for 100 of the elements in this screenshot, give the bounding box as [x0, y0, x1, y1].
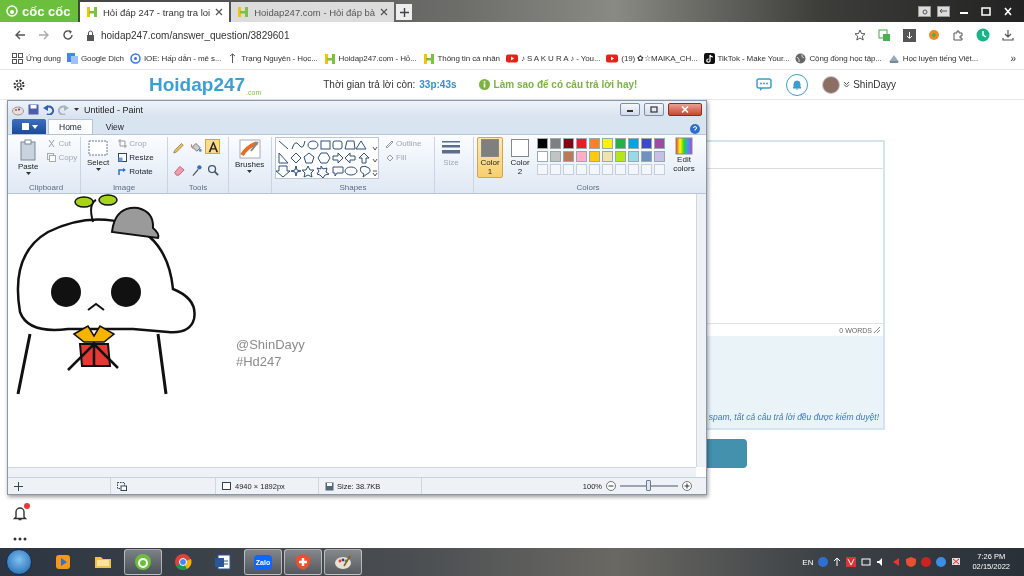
network-icon[interactable]: [861, 557, 872, 567]
shapes-gallery[interactable]: [275, 137, 379, 179]
maximize-button[interactable]: [644, 103, 664, 116]
sidebar-icon[interactable]: [937, 5, 950, 17]
ribbon-tab[interactable]: Home: [48, 119, 93, 134]
color-swatch[interactable]: [589, 138, 600, 149]
more-bookmarks-button[interactable]: »: [1010, 53, 1016, 64]
bookmark[interactable]: Thông tin cá nhân: [422, 52, 500, 65]
bookmark[interactable]: ♪ S A K U R A ♪ - You...: [505, 53, 601, 64]
color-swatch[interactable]: [563, 138, 574, 149]
empty-swatch[interactable]: [537, 164, 548, 175]
color-swatch[interactable]: [589, 151, 600, 162]
color-swatch[interactable]: [641, 151, 652, 162]
notification-button[interactable]: [786, 73, 809, 96]
empty-swatch[interactable]: [563, 164, 574, 175]
color-swatch[interactable]: [537, 151, 548, 162]
bookmark[interactable]: IOE: Hấp dẫn - mê s...: [129, 53, 222, 64]
bookmark[interactable]: Học luyện tiếng Việt...: [887, 53, 979, 64]
shield-icon[interactable]: [906, 557, 917, 567]
color-selector[interactable]: Color 2: [507, 137, 533, 178]
color-swatch[interactable]: [563, 151, 574, 162]
download-icon[interactable]: [903, 28, 916, 42]
ribbon-tab[interactable]: View: [94, 119, 135, 134]
star-icon[interactable]: [854, 29, 866, 41]
reload-icon[interactable]: [62, 29, 74, 41]
back-icon[interactable]: [14, 29, 26, 41]
chevron-icon[interactable]: [843, 81, 851, 88]
empty-swatch[interactable]: [589, 164, 600, 175]
color-selector[interactable]: Color 1: [477, 137, 503, 178]
puzzle-icon[interactable]: [952, 29, 964, 41]
extension-icon[interactable]: [928, 29, 940, 41]
color-swatch[interactable]: [602, 151, 613, 162]
vertical-scrollbar[interactable]: [696, 194, 706, 467]
profile-icon[interactable]: [976, 28, 990, 42]
bell-icon[interactable]: [13, 506, 27, 521]
caret-icon[interactable]: [73, 106, 80, 113]
flag-icon[interactable]: [951, 557, 962, 567]
paste-button[interactable]: Paste: [15, 137, 42, 178]
resize-button[interactable]: Resize: [116, 151, 156, 164]
bookmark[interactable]: Ứng dụng: [12, 53, 61, 64]
chat-icon[interactable]: [756, 77, 773, 92]
color-swatch[interactable]: [654, 138, 665, 149]
empty-swatch[interactable]: [654, 164, 665, 175]
submit-button[interactable]: [705, 439, 747, 468]
bookmark[interactable]: TikTok - Make Your...: [703, 53, 790, 64]
zoom-out-button[interactable]: [606, 481, 616, 491]
empty-swatch[interactable]: [615, 164, 626, 175]
horizontal-scrollbar[interactable]: [8, 467, 696, 477]
rotate-button[interactable]: Rotate: [116, 165, 156, 178]
bookmark[interactable]: Google Dịch: [66, 53, 124, 64]
tool-button[interactable]: [205, 139, 220, 154]
help-icon[interactable]: [818, 557, 829, 567]
undo-icon[interactable]: [43, 104, 54, 115]
browser-tab[interactable]: Hoidap247.com - Hỏi đáp bà: [231, 2, 395, 22]
bookmark[interactable]: Cộng đồng học tập...: [795, 53, 882, 64]
color-swatch[interactable]: [576, 138, 587, 149]
save-icon[interactable]: [28, 104, 39, 115]
tray-app-icon[interactable]: [846, 557, 857, 567]
extension-icon[interactable]: [878, 28, 891, 42]
empty-swatch[interactable]: [628, 164, 639, 175]
forward-icon[interactable]: [38, 29, 50, 41]
maximize-icon[interactable]: [978, 5, 994, 17]
zoom-in-button[interactable]: [682, 481, 692, 491]
color-swatch[interactable]: [615, 151, 626, 162]
tray-app-icon[interactable]: [936, 557, 947, 567]
color-swatch[interactable]: [537, 138, 548, 149]
close-icon[interactable]: [215, 8, 224, 16]
resize-handle-icon[interactable]: [874, 327, 880, 333]
edit-colors-button[interactable]: Edit colors: [669, 137, 699, 173]
avatar[interactable]: [822, 75, 841, 94]
empty-swatch[interactable]: [550, 164, 561, 175]
username[interactable]: ShinDayy: [853, 79, 896, 90]
empty-swatch[interactable]: [602, 164, 613, 175]
settings-icon[interactable]: [12, 77, 26, 92]
color-swatch[interactable]: [615, 138, 626, 149]
close-button[interactable]: [668, 103, 702, 116]
taskbar-app[interactable]: [284, 549, 322, 575]
color-swatch[interactable]: [576, 151, 587, 162]
help-icon[interactable]: [690, 124, 700, 134]
color-swatch[interactable]: [654, 151, 665, 162]
color-swatch[interactable]: [602, 138, 613, 149]
color-swatch[interactable]: [628, 151, 639, 162]
download-icon[interactable]: [1002, 29, 1014, 41]
file-menu-button[interactable]: [12, 119, 46, 134]
browser-tab[interactable]: Hỏi đáp 247 - trang tra loi: [80, 2, 230, 22]
new-tab-button[interactable]: [396, 4, 413, 20]
bookmark[interactable]: (19) ✿☆MAIKA_CH...: [606, 53, 698, 64]
empty-swatch[interactable]: [641, 164, 652, 175]
more-icon[interactable]: [13, 537, 27, 541]
color-swatch[interactable]: [628, 138, 639, 149]
minimize-button[interactable]: [620, 103, 640, 116]
color-swatch[interactable]: [550, 151, 561, 162]
url-field[interactable]: hoidap247.com/answer_question/3829601: [101, 29, 290, 41]
arrow-icon[interactable]: [833, 557, 842, 567]
bookmark[interactable]: Hoidap247.com - Hỏ...: [323, 52, 417, 65]
empty-swatch[interactable]: [576, 164, 587, 175]
start-button[interactable]: [6, 549, 32, 575]
taskbar-app[interactable]: [124, 549, 162, 575]
slider-thumb[interactable]: [646, 479, 651, 491]
color-swatch[interactable]: [550, 138, 561, 149]
